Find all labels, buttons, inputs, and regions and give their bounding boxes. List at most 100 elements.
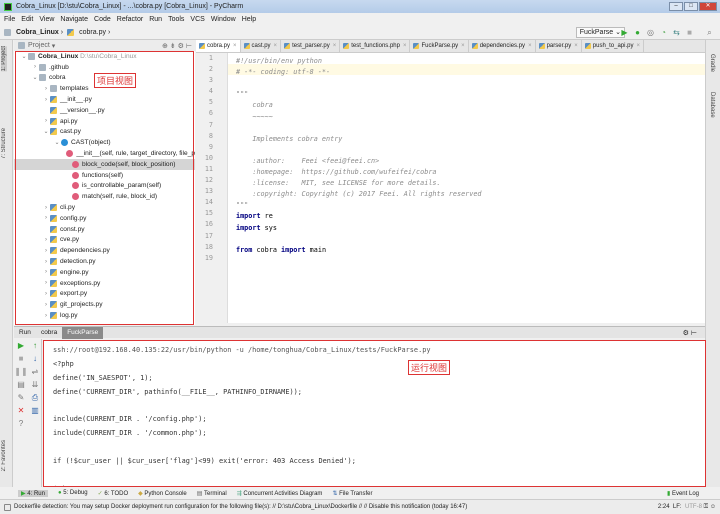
menu-help[interactable]: Help (242, 16, 256, 23)
cursor-position[interactable]: 2:24 (658, 504, 670, 510)
close-tab-icon[interactable]: × (528, 43, 532, 49)
code-text: #!/usr/bin/env python (236, 57, 322, 65)
editor-tab-label: cast.py (251, 43, 271, 49)
profile-icon[interactable]: ◔ (659, 28, 668, 37)
run-tab-fuckparse[interactable]: FuckParse (62, 326, 104, 339)
structure-tool-button[interactable]: 7: Structure (1, 128, 7, 159)
menu-tools[interactable]: Tools (168, 16, 184, 23)
editor-tab[interactable]: test_functions.php × (340, 40, 411, 52)
project-view-highlight (15, 51, 194, 325)
gear-icon[interactable]: ⚙ ⊢ (683, 329, 697, 337)
lock-icon[interactable]: ⚿ (704, 504, 709, 511)
inspector-icon[interactable]: ☺ (710, 504, 716, 510)
tool-tab[interactable]: ✓ 6: TODO (98, 490, 129, 497)
event-log-button[interactable]: ▮ Event Log (667, 490, 699, 497)
file-encoding[interactable]: UTF-8 (685, 504, 702, 510)
run-tab-cobra[interactable]: cobra (36, 327, 62, 339)
vcs-update-icon[interactable]: ⇆ (672, 28, 681, 37)
editor-tab[interactable]: FuckParse.py × (410, 40, 469, 52)
console-line: ssh://root@192.168.40.135:22/usr/bin/pyt… (53, 346, 431, 354)
scroll-to-end-icon[interactable]: ⇊ (28, 378, 42, 391)
gradle-tool-button[interactable]: Gradle (709, 54, 715, 72)
code-line: :license: MIT, see LICENSE for more deta… (236, 178, 440, 189)
gear-icon[interactable]: ⚙ (178, 42, 184, 50)
code-editor[interactable]: 1 2 3 4 5 6 7 8 9 10 11 12 13 14 15 16 17 18 19 #!/usr/bin… (196, 53, 705, 323)
debug-icon[interactable]: ● (633, 28, 642, 37)
menu-run[interactable]: Run (149, 16, 162, 23)
minimize-button[interactable]: – (669, 2, 683, 11)
tool-tab[interactable]: ▶ 4: Run (18, 489, 48, 497)
bottom-tool-strip: ▶ 4: Run ● 5: Debug ✓ 6: TODO ◆ Python Cons… (14, 487, 705, 499)
close-tab-icon[interactable]: × (636, 43, 640, 49)
close-tab-icon[interactable]: × (574, 43, 578, 49)
run-configuration-select[interactable]: FuckParse ⌄ (575, 27, 625, 38)
editor-tabs: cobra.py × cast.py × test_parser.py × test_fun… (196, 40, 705, 53)
menu-edit[interactable]: Edit (21, 16, 33, 23)
console-line: define('IN_SAESPOT', 1); (53, 373, 153, 382)
tool-tab[interactable]: ⇅ File Transfer (332, 490, 372, 497)
tool-tab[interactable]: ◆ Python Console (138, 490, 187, 497)
run-console[interactable]: ssh://root@192.168.40.135:22/usr/bin/pyt… (43, 340, 706, 487)
keyword: import (281, 245, 306, 254)
rerun-icon[interactable]: ▶ (14, 339, 28, 352)
editor-tab[interactable]: dependencies.py × (469, 40, 536, 52)
pause-icon[interactable]: ❚❚ (14, 365, 28, 378)
editor-tab-label: parser.py (546, 43, 572, 49)
line-separator[interactable]: LF: (673, 504, 682, 510)
run-icon[interactable]: ▶ (620, 28, 629, 37)
line-number: 9 (208, 142, 213, 151)
hide-icon[interactable]: ⊢ (186, 42, 192, 50)
editor-tab[interactable]: parser.py × (536, 40, 582, 52)
coverage-icon[interactable]: ◎ (646, 28, 655, 37)
tool-tab[interactable]: ▤ Terminal (197, 490, 227, 497)
project-view-select[interactable]: Project (28, 42, 50, 49)
close-tab-icon[interactable]: × (333, 43, 337, 49)
stop-icon[interactable]: ■ (685, 28, 694, 37)
menu-window[interactable]: Window (211, 16, 236, 23)
editor-tab[interactable]: cobra.py × (196, 40, 241, 52)
close-tab-icon[interactable]: × (403, 43, 407, 49)
favorites-tool-button[interactable]: 2: Favorites (1, 440, 7, 471)
tool-tab[interactable]: ● 5: Debug (58, 490, 88, 496)
code-text: :author: Feei <feei@feei.cn> (236, 156, 380, 165)
arrow-down-icon[interactable]: ↓ (28, 352, 42, 365)
breadcrumb-project[interactable]: Cobra_Linux › (4, 28, 63, 36)
stop-icon[interactable]: ■ (14, 352, 28, 365)
menu-code[interactable]: Code (94, 16, 111, 23)
menu-navigate[interactable]: Navigate (60, 16, 88, 23)
line-number: 4 (208, 87, 213, 96)
editor-tab[interactable]: test_parser.py × (281, 40, 341, 52)
line-number: 3 (208, 76, 213, 85)
database-tool-button[interactable]: Database (709, 92, 715, 118)
breadcrumb-file[interactable]: cobra.py › (67, 28, 110, 36)
menu-view[interactable]: View (39, 16, 54, 23)
project-tool-button[interactable]: 1: Project (1, 46, 7, 72)
arrow-up-icon[interactable]: ↑ (28, 339, 42, 352)
editor-tab[interactable]: cast.py × (241, 40, 282, 52)
collapse-icon[interactable]: ⇟ (170, 42, 176, 50)
tool-tab[interactable]: ⇶ Concurrent Activities Diagram (237, 490, 323, 497)
python-file-icon (413, 43, 420, 49)
help-icon[interactable]: ? (14, 417, 28, 430)
pin-icon[interactable]: ✎ (14, 391, 28, 404)
status-message[interactable]: Dockerfile detection: You may setup Dock… (14, 504, 467, 510)
menu-file[interactable]: File (4, 16, 15, 23)
locate-icon[interactable]: ⊕ (162, 42, 168, 50)
close-tab-icon[interactable]: × (233, 43, 237, 49)
search-icon[interactable]: ⌕ (705, 28, 714, 37)
clear-icon[interactable]: ▥ (28, 404, 42, 417)
close-icon[interactable]: ✕ (14, 404, 28, 417)
menu-refactor[interactable]: Refactor (117, 16, 143, 23)
close-button[interactable]: ✕ (699, 2, 717, 11)
menu-vcs[interactable]: VCS (190, 16, 204, 23)
editor-tab[interactable]: push_to_api.py × (582, 40, 644, 52)
close-tab-icon[interactable]: × (461, 43, 465, 49)
print-icon[interactable]: ⎙ (28, 391, 42, 404)
title-bar: Cobra_Linux [D:\stu\Cobra_Linux] - ...\c… (0, 0, 720, 13)
layout-icon[interactable]: ▤ (14, 378, 28, 391)
soft-wrap-icon[interactable]: ⇌ (28, 365, 42, 378)
code-line: # -*- coding: utf-8 -*- (236, 67, 330, 78)
folder-icon (4, 28, 11, 36)
maximize-button[interactable]: □ (684, 2, 698, 11)
close-tab-icon[interactable]: × (274, 43, 278, 49)
